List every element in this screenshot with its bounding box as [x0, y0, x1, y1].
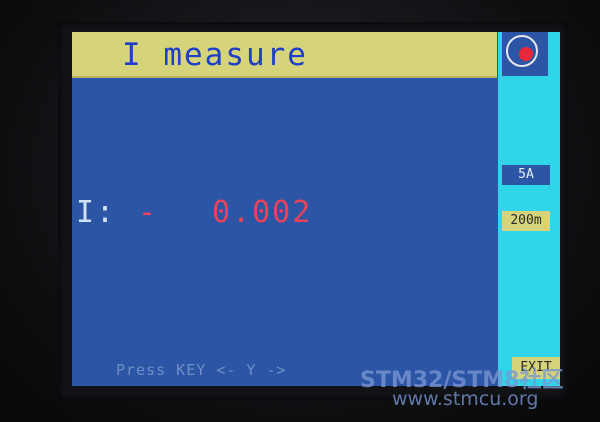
- record-button[interactable]: [502, 32, 548, 76]
- title-bar: I measure: [72, 32, 497, 78]
- reading-value: 0.002: [212, 195, 313, 230]
- range-200m-button[interactable]: 200m: [502, 211, 550, 231]
- watermark-line-2: www.stmcu.org: [392, 388, 539, 410]
- page-title: I measure: [122, 37, 308, 73]
- reading-label: I:: [76, 195, 117, 230]
- range-5a-button[interactable]: 5A: [502, 165, 550, 185]
- device-photo: I measure 5A 200m EXIT I: - 0.002 Press …: [0, 0, 600, 422]
- side-panel: [498, 32, 560, 386]
- key-hint: Press KEY <- Y ->: [116, 361, 287, 379]
- record-dot: [519, 47, 533, 61]
- record-icon: [506, 35, 538, 67]
- reading-sign: -: [138, 195, 157, 230]
- lcd-screen: I measure 5A 200m EXIT I: - 0.002 Press …: [72, 32, 560, 386]
